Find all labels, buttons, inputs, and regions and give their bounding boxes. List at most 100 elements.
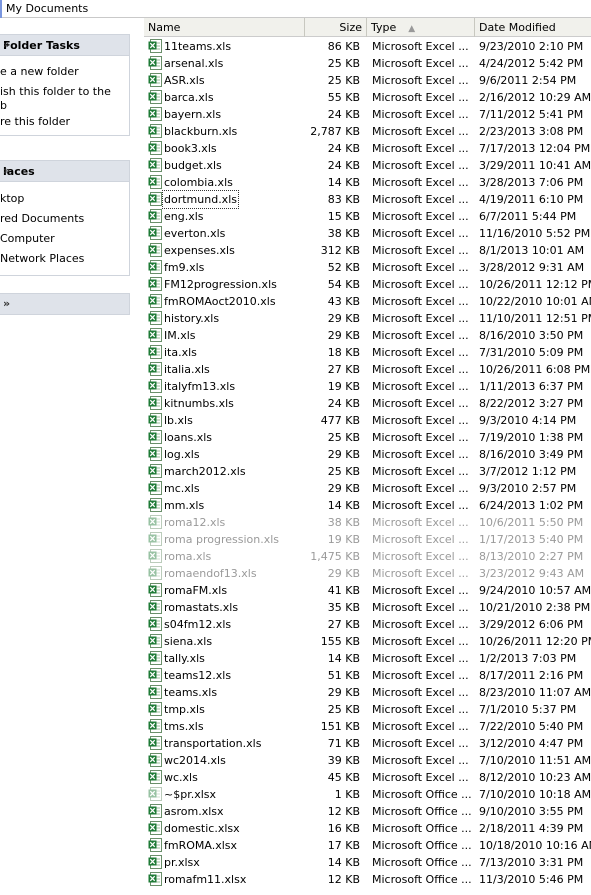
file-row[interactable]: 11teams.xls 86 KB Microsoft Excel ... 9/23/…	[144, 38, 591, 55]
file-row[interactable]: FM12progression.xls 54 KB Microsoft Excel …	[144, 276, 591, 293]
file-row[interactable]: dortmund.xls 83 KB Microsoft Excel ... 4/19…	[144, 190, 591, 209]
file-row[interactable]: roma progression.xls 19 KB Microsoft Excel…	[144, 531, 591, 548]
file-size: 14 KB	[327, 176, 360, 189]
file-row[interactable]: ita.xls 18 KB Microsoft Excel ... 7/31/2010…	[144, 344, 591, 361]
excel-file-icon	[148, 90, 162, 104]
file-row[interactable]: pr.xlsx 14 KB Microsoft Office ... 7/13/201…	[144, 854, 591, 871]
other-places-header[interactable]: laces »	[0, 160, 130, 182]
file-type: Microsoft Excel ...	[372, 142, 469, 155]
file-date: 11/10/2011 12:51 PM	[479, 312, 591, 325]
file-type: Microsoft Excel ...	[372, 380, 469, 393]
file-row[interactable]: ASR.xls 25 KB Microsoft Excel ... 9/6/2011 …	[144, 72, 591, 89]
file-row[interactable]: teams12.xls 51 KB Microsoft Excel ... 8/17/…	[144, 667, 591, 684]
file-row[interactable]: asrom.xlsx 12 KB Microsoft Office ... 9/10/…	[144, 803, 591, 820]
file-date: 7/17/2013 12:04 PM	[479, 142, 591, 155]
file-row[interactable]: loans.xls 25 KB Microsoft Excel ... 7/19/20…	[144, 429, 591, 446]
file-row[interactable]: ~$pr.xlsx 1 KB Microsoft Office ... 7/10/20…	[144, 786, 591, 803]
file-row[interactable]: romafm11.xlsx 12 KB Microsoft Office ... 11…	[144, 871, 591, 888]
file-row[interactable]: eng.xls 15 KB Microsoft Excel ... 6/7/2011 …	[144, 208, 591, 225]
file-size: 1 KB	[334, 788, 360, 801]
file-type: Microsoft Excel ...	[372, 499, 469, 512]
file-row[interactable]: transportation.xls 71 KB Microsoft Excel .…	[144, 735, 591, 752]
file-row[interactable]: teams.xls 29 KB Microsoft Excel ... 8/23/20…	[144, 684, 591, 701]
file-row[interactable]: tms.xls 151 KB Microsoft Excel ... 7/22/201…	[144, 718, 591, 735]
file-date: 9/6/2011 2:54 PM	[479, 74, 577, 87]
file-row[interactable]: roma.xls 1,475 KB Microsoft Excel ... 8/13/…	[144, 548, 591, 565]
file-row[interactable]: IM.xls 29 KB Microsoft Excel ... 8/16/2010 …	[144, 327, 591, 344]
file-name: teams12.xls	[164, 669, 232, 682]
file-name: log.xls	[164, 448, 200, 461]
file-size: 24 KB	[327, 397, 360, 410]
collapse-chevron-icon[interactable]: »	[3, 38, 121, 51]
file-row[interactable]: italyfm13.xls 19 KB Microsoft Excel ... 1/1…	[144, 378, 591, 395]
file-row[interactable]: barca.xls 55 KB Microsoft Excel ... 2/16/20…	[144, 89, 591, 106]
file-size: 35 KB	[327, 601, 360, 614]
col-name[interactable]: Name	[144, 18, 305, 37]
file-name: tmp.xls	[164, 703, 205, 716]
col-size[interactable]: Size	[305, 18, 367, 37]
file-row[interactable]: tally.xls 14 KB Microsoft Excel ... 1/2/201…	[144, 650, 591, 667]
file-row[interactable]: colombia.xls 14 KB Microsoft Excel ... 3/28…	[144, 174, 591, 191]
col-date[interactable]: Date Modified	[475, 18, 591, 37]
file-row[interactable]: fm9.xls 52 KB Microsoft Excel ... 3/28/2012…	[144, 259, 591, 276]
file-row[interactable]: italia.xls 27 KB Microsoft Excel ... 10/26/…	[144, 361, 591, 378]
place-shared-documents[interactable]: red Documents	[0, 212, 84, 225]
file-row[interactable]: everton.xls 38 KB Microsoft Excel ... 11/16…	[144, 225, 591, 242]
file-name: roma progression.xls	[164, 533, 280, 546]
file-name: roma.xls	[164, 550, 212, 563]
col-type[interactable]: Type ▲	[367, 18, 475, 37]
file-row[interactable]: fmROMAoct2010.xls 43 KB Microsoft Excel ..…	[144, 293, 591, 310]
file-row[interactable]: wc.xls 45 KB Microsoft Excel ... 8/12/2010 …	[144, 769, 591, 786]
file-name: eng.xls	[164, 210, 204, 223]
file-row[interactable]: s04fm12.xls 27 KB Microsoft Excel ... 3/29/…	[144, 616, 591, 633]
file-name: IM.xls	[164, 329, 196, 342]
expand-chevron-icon[interactable]: »	[3, 297, 121, 310]
place-network-places[interactable]: Network Places	[0, 252, 84, 265]
file-type: Microsoft Excel ...	[372, 40, 469, 53]
details-header[interactable]: »	[0, 293, 130, 315]
folder-tasks-header[interactable]: Folder Tasks »	[0, 34, 130, 56]
place-desktop[interactable]: ktop	[0, 192, 24, 205]
file-row[interactable]: romaFM.xls 41 KB Microsoft Excel ... 9/24/2…	[144, 582, 591, 599]
file-name: italia.xls	[164, 363, 210, 376]
file-name: asrom.xlsx	[164, 805, 224, 818]
address-bar[interactable]: My Documents	[0, 0, 591, 18]
file-size: 14 KB	[327, 499, 360, 512]
file-row[interactable]: log.xls 29 KB Microsoft Excel ... 8/16/2010…	[144, 446, 591, 463]
place-my-computer[interactable]: Computer	[0, 232, 55, 245]
file-row[interactable]: history.xls 29 KB Microsoft Excel ... 11/10…	[144, 310, 591, 327]
file-row[interactable]: expenses.xls 312 KB Microsoft Excel ... 8/1…	[144, 242, 591, 259]
file-row[interactable]: tmp.xls 25 KB Microsoft Excel ... 7/1/2010 …	[144, 701, 591, 718]
file-row[interactable]: romaendof13.xls 29 KB Microsoft Excel ... 3…	[144, 565, 591, 582]
file-row[interactable]: wc2014.xls 39 KB Microsoft Excel ... 7/10/2…	[144, 752, 591, 769]
file-row[interactable]: budget.xls 24 KB Microsoft Excel ... 3/29/2…	[144, 157, 591, 174]
file-name: tms.xls	[164, 720, 204, 733]
file-date: 7/22/2010 5:40 PM	[479, 720, 584, 733]
file-row[interactable]: arsenal.xls 25 KB Microsoft Excel ... 4/24/…	[144, 55, 591, 72]
file-row[interactable]: blackburn.xls 2,787 KB Microsoft Excel ...…	[144, 123, 591, 140]
file-type: Microsoft Office ...	[372, 873, 472, 886]
task-share-folder[interactable]: re this folder	[0, 115, 70, 128]
excel-file-icon	[148, 600, 162, 614]
excel-file-icon	[148, 515, 162, 529]
file-row[interactable]: lb.xls 477 KB Microsoft Excel ... 9/3/2010 …	[144, 412, 591, 429]
task-make-new-folder[interactable]: e a new folder	[0, 65, 79, 78]
file-row[interactable]: book3.xls 24 KB Microsoft Excel ... 7/17/20…	[144, 140, 591, 157]
file-row[interactable]: march2012.xls 25 KB Microsoft Excel ... 3/7…	[144, 463, 591, 480]
file-type: Microsoft Excel ...	[372, 703, 469, 716]
task-publish-folder[interactable]: ish this folder to the	[0, 85, 111, 98]
task-publish-folder-cont[interactable]: b	[0, 99, 7, 112]
file-row[interactable]: kitnumbs.xls 24 KB Microsoft Excel ... 8/22…	[144, 395, 591, 412]
file-row[interactable]: romastats.xls 35 KB Microsoft Excel ... 10/…	[144, 599, 591, 616]
file-row[interactable]: siena.xls 155 KB Microsoft Excel ... 10/26/…	[144, 633, 591, 650]
file-type: Microsoft Excel ...	[372, 346, 469, 359]
file-date: 7/13/2010 3:31 PM	[479, 856, 584, 869]
file-row[interactable]: bayern.xls 24 KB Microsoft Excel ... 7/11/2…	[144, 106, 591, 123]
file-row[interactable]: domestic.xlsx 16 KB Microsoft Office ... 2/…	[144, 820, 591, 837]
collapse-chevron-icon[interactable]: »	[3, 164, 121, 177]
file-row[interactable]: mc.xls 29 KB Microsoft Excel ... 9/3/2010 2…	[144, 480, 591, 497]
file-row[interactable]: roma12.xls 38 KB Microsoft Excel ... 10/6/2…	[144, 514, 591, 531]
file-row[interactable]: mm.xls 14 KB Microsoft Excel ... 6/24/2013 …	[144, 497, 591, 514]
file-type: Microsoft Excel ...	[372, 261, 469, 274]
file-row[interactable]: fmROMA.xlsx 17 KB Microsoft Office ... 10/1…	[144, 837, 591, 854]
